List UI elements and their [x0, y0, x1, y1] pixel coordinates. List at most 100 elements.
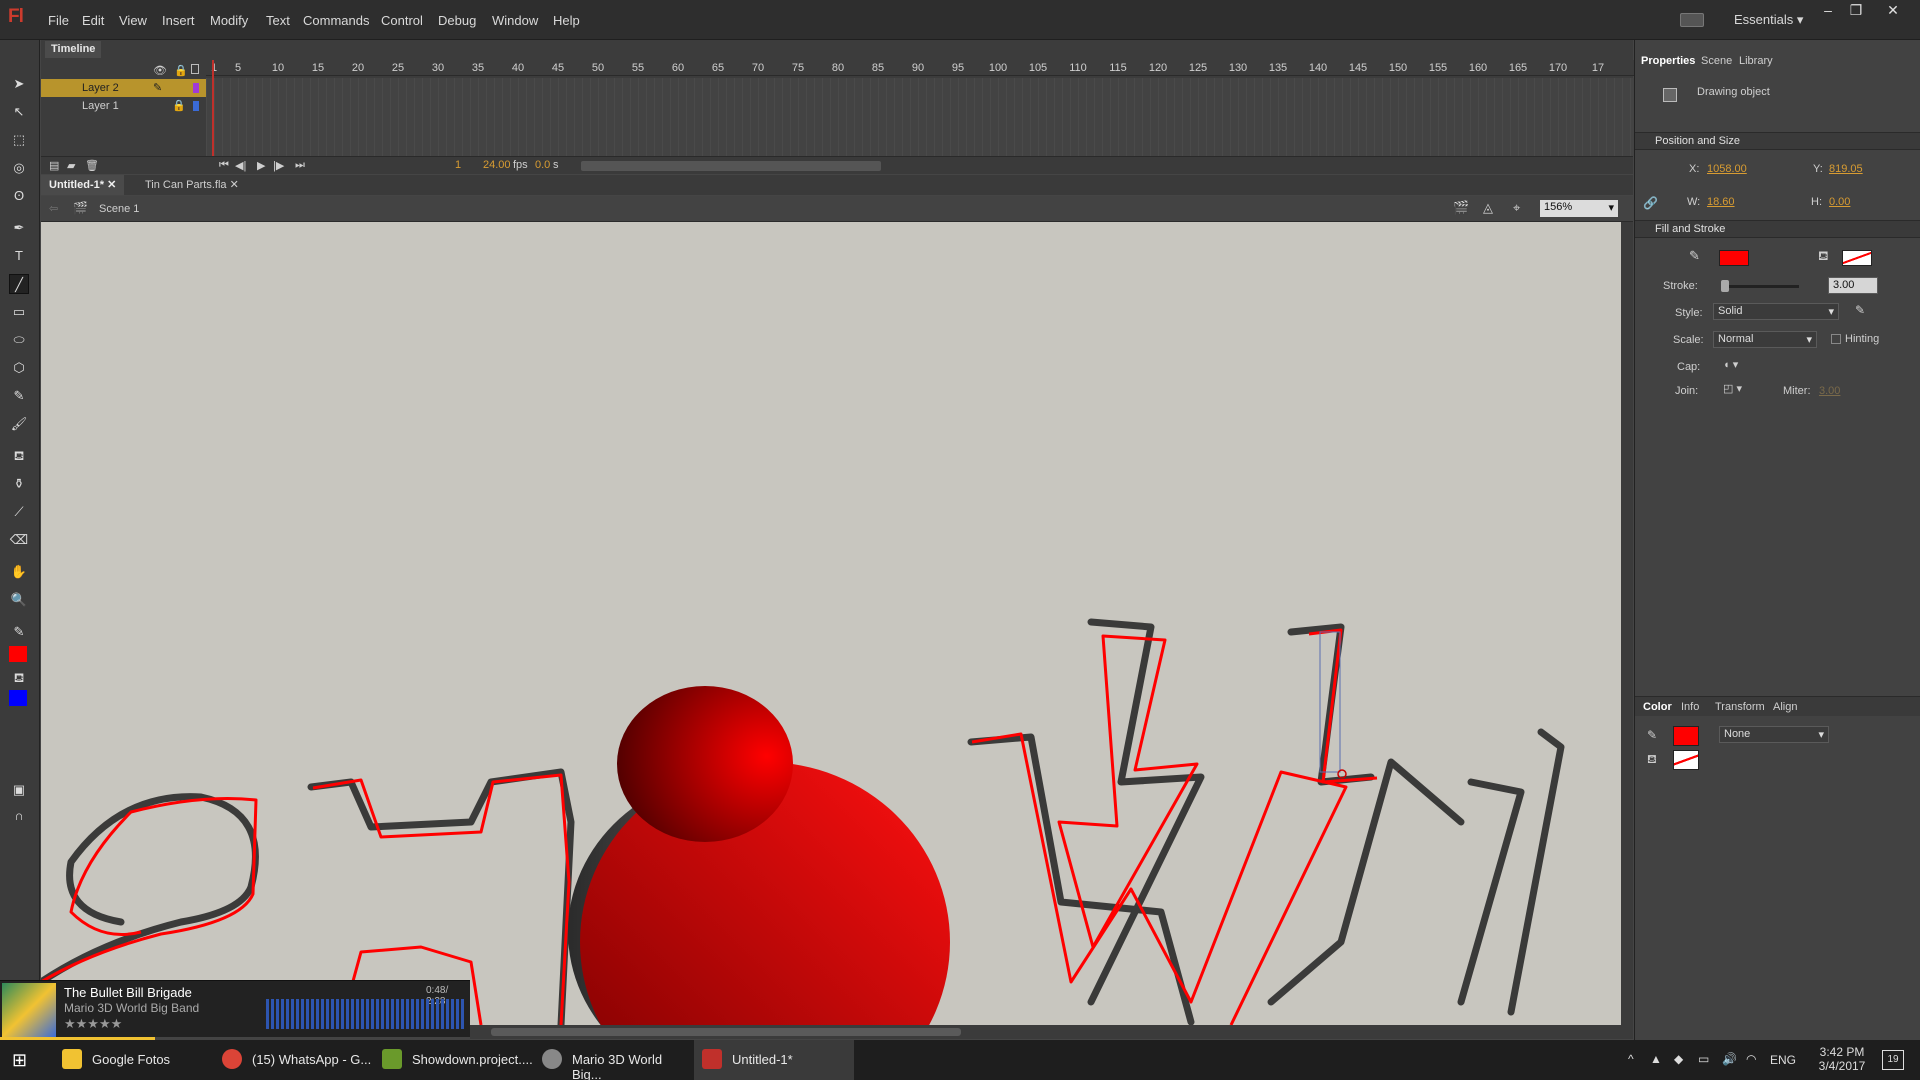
scale-select[interactable]: Normal ▾ — [1713, 331, 1817, 348]
menu-file[interactable]: File — [48, 13, 69, 28]
color-type-select[interactable]: None ▾ — [1719, 726, 1829, 743]
3d-rotation-icon[interactable]: ◎ — [9, 158, 29, 178]
menu-view[interactable]: View — [119, 13, 147, 28]
stage-canvas[interactable] — [41, 222, 1621, 1025]
text-tool-icon[interactable]: T — [9, 246, 29, 266]
restore-button[interactable]: ❐ — [1843, 2, 1869, 20]
close-icon[interactable]: ✕ — [107, 179, 116, 191]
tab-color[interactable]: Color — [1643, 701, 1672, 713]
position-size-header[interactable]: Position and Size — [1635, 132, 1920, 150]
link-icon[interactable]: 🔗 — [1643, 196, 1658, 210]
edit-symbols-icon[interactable]: ◬ — [1483, 200, 1493, 216]
tray-chevron-icon[interactable]: ^ — [1628, 1052, 1634, 1066]
back-arrow-icon[interactable]: ⇦ — [49, 202, 58, 215]
free-transform-icon[interactable]: ⬚ — [9, 130, 29, 150]
paint-bucket-icon[interactable]: ⛾ — [9, 446, 29, 466]
zoom-select[interactable]: 156% ▾ — [1540, 200, 1618, 217]
taskbar-google-fotos[interactable]: Google Fotos — [54, 1040, 214, 1080]
fill-color-swatch[interactable] — [1842, 250, 1872, 266]
hinting-checkbox[interactable] — [1831, 334, 1841, 344]
timeline-scrollbar[interactable] — [581, 161, 881, 171]
menu-control[interactable]: Control — [381, 13, 423, 28]
tab-info[interactable]: Info — [1681, 701, 1699, 713]
step-back-icon[interactable]: ◀| — [235, 159, 246, 172]
outline-icon[interactable] — [191, 64, 199, 74]
menu-insert[interactable]: Insert — [162, 13, 195, 28]
cap-select[interactable]: ◖ ▾ — [1723, 358, 1738, 371]
wifi-icon[interactable]: ◠ — [1746, 1052, 1756, 1066]
style-select[interactable]: Solid ▾ — [1713, 303, 1839, 320]
menu-help[interactable]: Help — [553, 13, 580, 28]
eraser-icon[interactable]: ⌫ — [9, 530, 29, 550]
step-forward-icon[interactable]: |▶ — [273, 159, 284, 172]
fill-color-swatch[interactable] — [9, 690, 27, 706]
menu-commands[interactable]: Commands — [303, 13, 369, 28]
layer-row[interactable]: Layer 1 🔒 — [41, 97, 206, 115]
tab-untitled[interactable]: Untitled-1* ✕ — [41, 175, 125, 195]
menu-modify[interactable]: Modify — [210, 13, 248, 28]
join-select[interactable]: ◰ ▾ — [1723, 382, 1742, 395]
lasso-icon[interactable]: ʘ — [9, 186, 29, 206]
taskbar-showdown[interactable]: Showdown.project.... — [374, 1040, 534, 1080]
fps-value[interactable]: 24.00 — [483, 159, 511, 171]
oval-tool-icon[interactable]: ⬭ — [9, 330, 29, 350]
tab-scene[interactable]: Scene — [1701, 55, 1732, 67]
hand-tool-icon[interactable]: ✋ — [9, 562, 29, 582]
w-value[interactable]: 18.60 — [1707, 196, 1735, 208]
frame-ruler[interactable]: 1 5 10 15 20 25 30 35 40 45 50 55 60 65 70 75 80 85 90 95 10… — [206, 60, 1656, 76]
eyedropper-icon[interactable]: ⟋ — [9, 502, 29, 522]
lock-icon[interactable]: 🔒 — [174, 64, 188, 77]
snap-magnet-icon[interactable]: ∩ — [9, 806, 29, 826]
stroke-width-input[interactable]: 3.00 — [1828, 277, 1878, 294]
volume-icon[interactable]: 🔊 — [1722, 1052, 1737, 1066]
rating-stars[interactable]: ★★★★★ — [64, 1016, 122, 1032]
ink-bottle-icon[interactable]: ⚱ — [9, 474, 29, 494]
close-button[interactable]: ✕ — [1880, 2, 1906, 20]
brush-tool-icon[interactable]: 🖌 — [9, 414, 29, 434]
taskbar-whatsapp[interactable]: (15) WhatsApp - G... — [214, 1040, 374, 1080]
windows-start-icon[interactable]: ⊞ — [12, 1050, 27, 1071]
clock[interactable]: 3:42 PM 3/4/2017 — [1812, 1045, 1872, 1073]
scroll-thumb[interactable] — [491, 1028, 961, 1036]
minimize-button[interactable]: – — [1815, 2, 1841, 20]
color-stroke-swatch[interactable] — [1673, 726, 1699, 746]
line-tool-icon[interactable]: ╱ — [9, 274, 29, 294]
close-icon[interactable]: ✕ — [230, 179, 239, 191]
network-icon[interactable]: ▭ — [1698, 1052, 1709, 1066]
layer-row[interactable]: Layer 2 ✎ — [41, 79, 206, 97]
delete-layer-icon[interactable]: 🗑 — [85, 159, 99, 172]
tab-transform[interactable]: Transform — [1715, 701, 1765, 713]
y-value[interactable]: 819.05 — [1829, 163, 1863, 175]
x-value[interactable]: 1058.00 — [1707, 163, 1747, 175]
taskbar-flash[interactable]: Untitled-1* — [694, 1040, 854, 1080]
selection-tool-icon[interactable]: ➤ — [9, 74, 29, 94]
current-frame[interactable]: 1 — [455, 159, 461, 171]
eye-icon[interactable]: 👁 — [153, 64, 167, 77]
rectangle-tool-icon[interactable]: ▭ — [9, 302, 29, 322]
stroke-slider[interactable] — [1721, 285, 1799, 288]
zoom-tool-icon[interactable]: 🔍 — [9, 590, 29, 610]
polystar-tool-icon[interactable]: ⬡ — [9, 358, 29, 378]
stroke-slider-thumb[interactable] — [1721, 280, 1729, 292]
menu-window[interactable]: Window — [492, 13, 538, 28]
pen-tool-icon[interactable]: ✒ — [9, 218, 29, 238]
subselection-tool-icon[interactable]: ↖ — [9, 102, 29, 122]
menu-text[interactable]: Text — [266, 13, 290, 28]
elapsed-time[interactable]: 0.0 — [535, 159, 550, 171]
h-value[interactable]: 0.00 — [1829, 196, 1850, 208]
last-frame-icon[interactable]: ⏭ — [295, 159, 305, 172]
play-icon[interactable]: ▶ — [257, 159, 265, 172]
playhead[interactable] — [212, 60, 214, 156]
object-drawing-icon[interactable]: ▣ — [9, 780, 29, 800]
taskbar-mario[interactable]: Mario 3D World Big... — [534, 1040, 694, 1080]
dropbox-icon[interactable]: ◆ — [1674, 1052, 1683, 1066]
stroke-color-swatch[interactable] — [1719, 250, 1749, 266]
vertical-scrollbar[interactable] — [1621, 222, 1633, 1025]
frame-grid[interactable] — [206, 78, 1656, 156]
language-indicator[interactable]: ENG — [1770, 1053, 1796, 1067]
tab-properties[interactable]: Properties — [1641, 55, 1695, 67]
edit-scene-icon[interactable]: 🎬 — [1453, 200, 1469, 216]
drive-icon[interactable]: ▲ — [1650, 1052, 1662, 1066]
tab-library[interactable]: Library — [1739, 55, 1773, 67]
edit-stroke-style-icon[interactable]: ✎ — [1855, 303, 1865, 317]
